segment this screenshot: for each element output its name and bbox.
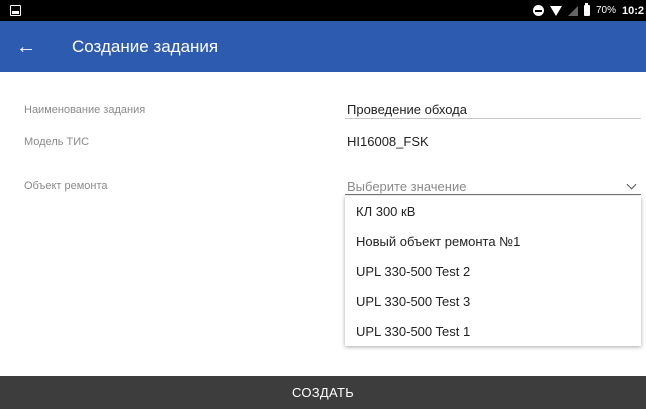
dropdown-option[interactable]: UPL 330-500 Test 1 <box>345 316 641 346</box>
app-bar: ← Создание задания <box>0 21 646 72</box>
page-title: Создание задания <box>72 37 219 56</box>
chevron-down-icon <box>626 179 637 190</box>
clock: 10:2 <box>621 4 644 17</box>
status-icons: 70% 10:2 <box>532 0 646 21</box>
arrow-left-icon: ← <box>16 35 36 58</box>
model-label: Модель ТИС <box>24 136 90 148</box>
repair-object-select[interactable]: Выберите значение <box>345 177 641 195</box>
task-name-underline <box>345 118 641 119</box>
repair-object-placeholder: Выберите значение <box>347 179 467 194</box>
dropdown-option[interactable]: Новый объект ремонта №1 <box>345 226 641 256</box>
back-button[interactable]: ← <box>12 33 40 61</box>
battery-icon <box>583 3 590 16</box>
image-icon <box>10 5 21 16</box>
wifi-icon <box>549 5 562 16</box>
repair-object-label: Объект ремонта <box>24 180 108 192</box>
create-button[interactable]: СОЗДАТЬ <box>0 376 646 409</box>
task-name-input[interactable]: Проведение обхода <box>347 102 467 117</box>
do-not-disturb-icon <box>532 5 544 16</box>
task-name-label: Наименование задания <box>24 104 146 116</box>
dropdown-option[interactable]: КЛ 300 кВ <box>345 196 641 226</box>
dropdown-option[interactable]: UPL 330-500 Test 2 <box>345 256 641 286</box>
dropdown-option[interactable]: UPL 330-500 Test 3 <box>345 286 641 316</box>
battery-percent: 70% <box>595 5 616 16</box>
status-bar: 70% 10:2 <box>0 0 646 21</box>
signal-icon <box>567 5 578 16</box>
repair-object-dropdown: КЛ 300 кВ Новый объект ремонта №1 UPL 33… <box>345 196 641 346</box>
model-value: HI16008_FSK <box>347 134 429 149</box>
